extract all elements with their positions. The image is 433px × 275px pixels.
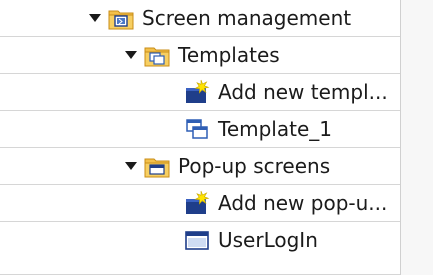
column-divider bbox=[400, 0, 401, 275]
tree-node-template-1[interactable]: Template_1 bbox=[184, 111, 332, 147]
popup-screen-icon bbox=[184, 227, 210, 253]
screen-management-folder-icon bbox=[108, 5, 134, 31]
templates-folder-icon bbox=[144, 42, 170, 68]
popup-screens-folder-icon bbox=[144, 153, 170, 179]
tree-row-add-new-popup[interactable]: Add new pop-u... bbox=[0, 185, 400, 222]
tree-node-label: Add new pop-u... bbox=[218, 191, 388, 215]
template-icon bbox=[184, 116, 210, 142]
project-tree: Screen management Templates Add new temp… bbox=[0, 0, 433, 275]
tree-node-userlogin[interactable]: UserLogIn bbox=[184, 222, 318, 258]
expand-caret-icon[interactable] bbox=[124, 148, 138, 184]
tree-node-label: Templates bbox=[178, 43, 280, 67]
tree-node-label: Template_1 bbox=[218, 117, 332, 141]
tree-node-label: UserLogIn bbox=[218, 228, 318, 252]
tree-node-screen-management[interactable]: Screen management bbox=[88, 0, 351, 36]
add-new-popup-icon bbox=[184, 190, 210, 216]
tree-node-templates[interactable]: Templates bbox=[124, 37, 280, 73]
tree-row-userlogin[interactable]: UserLogIn bbox=[0, 222, 400, 275]
tree-node-label: Add new templ... bbox=[218, 80, 388, 104]
expand-caret-icon[interactable] bbox=[124, 37, 138, 73]
expand-caret-icon[interactable] bbox=[88, 0, 102, 36]
tree-node-add-new-template[interactable]: Add new templ... bbox=[184, 74, 388, 110]
tree-row-templates[interactable]: Templates bbox=[0, 37, 400, 74]
tree-row-popup-screens[interactable]: Pop-up screens bbox=[0, 148, 400, 185]
tree-node-popup-screens[interactable]: Pop-up screens bbox=[124, 148, 330, 184]
tree-row-add-new-template[interactable]: Add new templ... bbox=[0, 74, 400, 111]
tree-node-label: Screen management bbox=[142, 6, 352, 30]
tree-row-template-1[interactable]: Template_1 bbox=[0, 111, 400, 148]
tree-row-screen-management[interactable]: Screen management bbox=[0, 0, 400, 37]
right-pane bbox=[401, 0, 433, 275]
tree-node-add-new-popup[interactable]: Add new pop-u... bbox=[184, 185, 387, 221]
add-new-template-icon bbox=[184, 79, 210, 105]
tree-node-label: Pop-up screens bbox=[178, 154, 331, 178]
